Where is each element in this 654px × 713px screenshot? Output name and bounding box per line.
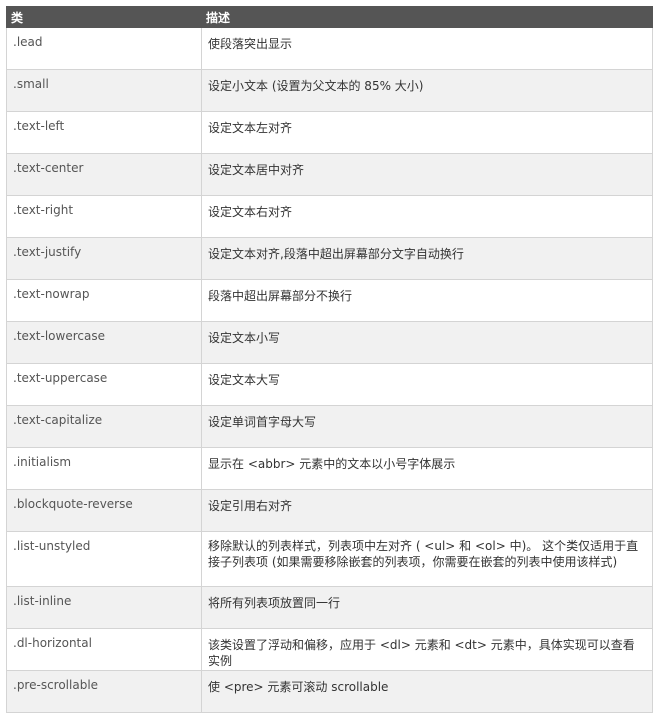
table-row: .text-justify 设定文本对齐,段落中超出屏幕部分文字自动换行 xyxy=(6,237,653,280)
class-name-cell: .list-unstyled xyxy=(6,531,202,587)
class-name-cell: .text-lowercase xyxy=(6,321,202,364)
description-cell: 设定文本居中对齐 xyxy=(201,153,653,196)
class-name-cell: .text-center xyxy=(6,153,202,196)
class-name-cell: .initialism xyxy=(6,447,202,490)
class-name-cell: .text-capitalize xyxy=(6,405,202,448)
class-name-cell: .lead xyxy=(6,27,202,70)
class-name-cell: .text-uppercase xyxy=(6,363,202,406)
description-cell: 设定文本大写 xyxy=(201,363,653,406)
class-name-cell: .text-justify xyxy=(6,237,202,280)
table-row: .text-lowercase 设定文本小写 xyxy=(6,321,653,364)
description-cell: 设定文本对齐,段落中超出屏幕部分文字自动换行 xyxy=(201,237,653,280)
table-row: .list-unstyled 移除默认的列表样式，列表项中左对齐 ( <ul> … xyxy=(6,531,653,587)
header-class: 类 xyxy=(6,6,202,28)
table-row: .text-right 设定文本右对齐 xyxy=(6,195,653,238)
table-header-row: 类 描述 xyxy=(6,6,653,28)
table-row: .text-center 设定文本居中对齐 xyxy=(6,153,653,196)
table-row: .dl-horizontal 该类设置了浮动和偏移，应用于 <dl> 元素和 <… xyxy=(6,628,653,671)
description-cell: 使段落突出显示 xyxy=(201,27,653,70)
table-row: .blockquote-reverse 设定引用右对齐 xyxy=(6,489,653,532)
class-description-table-container: 类 描述 .lead 使段落突出显示 .small 设定小文本 (设置为父文本的… xyxy=(6,6,654,713)
class-name-cell: .text-right xyxy=(6,195,202,238)
table-row: .small 设定小文本 (设置为父文本的 85% 大小) xyxy=(6,69,653,112)
description-cell: 使 <pre> 元素可滚动 scrollable xyxy=(201,670,653,713)
description-cell: 该类设置了浮动和偏移，应用于 <dl> 元素和 <dt> 元素中，具体实现可以查… xyxy=(201,628,653,671)
table-row: .list-inline 将所有列表项放置同一行 xyxy=(6,586,653,629)
class-name-cell: .pre-scrollable xyxy=(6,670,202,713)
table-row: .text-capitalize 设定单词首字母大写 xyxy=(6,405,653,448)
class-name-cell: .dl-horizontal xyxy=(6,628,202,671)
description-cell: 设定小文本 (设置为父文本的 85% 大小) xyxy=(201,69,653,112)
description-cell: 设定文本小写 xyxy=(201,321,653,364)
class-name-cell: .list-inline xyxy=(6,586,202,629)
table-row: .text-uppercase 设定文本大写 xyxy=(6,363,653,406)
class-name-cell: .small xyxy=(6,69,202,112)
description-cell: 设定文本右对齐 xyxy=(201,195,653,238)
description-cell: 设定文本左对齐 xyxy=(201,111,653,154)
class-name-cell: .text-nowrap xyxy=(6,279,202,322)
description-cell: 设定引用右对齐 xyxy=(201,489,653,532)
table-row: .initialism 显示在 <abbr> 元素中的文本以小号字体展示 xyxy=(6,447,653,490)
table-row: .text-nowrap 段落中超出屏幕部分不换行 xyxy=(6,279,653,322)
description-cell: 段落中超出屏幕部分不换行 xyxy=(201,279,653,322)
description-cell: 移除默认的列表样式，列表项中左对齐 ( <ul> 和 <ol> 中)。 这个类仅… xyxy=(201,531,653,587)
class-description-table: 类 描述 .lead 使段落突出显示 .small 设定小文本 (设置为父文本的… xyxy=(6,6,653,713)
class-name-cell: .text-left xyxy=(6,111,202,154)
table-row: .text-left 设定文本左对齐 xyxy=(6,111,653,154)
table-row: .lead 使段落突出显示 xyxy=(6,27,653,70)
description-cell: 设定单词首字母大写 xyxy=(201,405,653,448)
header-description: 描述 xyxy=(201,6,653,28)
table-row: .pre-scrollable 使 <pre> 元素可滚动 scrollable xyxy=(6,670,653,713)
class-name-cell: .blockquote-reverse xyxy=(6,489,202,532)
description-cell: 显示在 <abbr> 元素中的文本以小号字体展示 xyxy=(201,447,653,490)
description-cell: 将所有列表项放置同一行 xyxy=(201,586,653,629)
